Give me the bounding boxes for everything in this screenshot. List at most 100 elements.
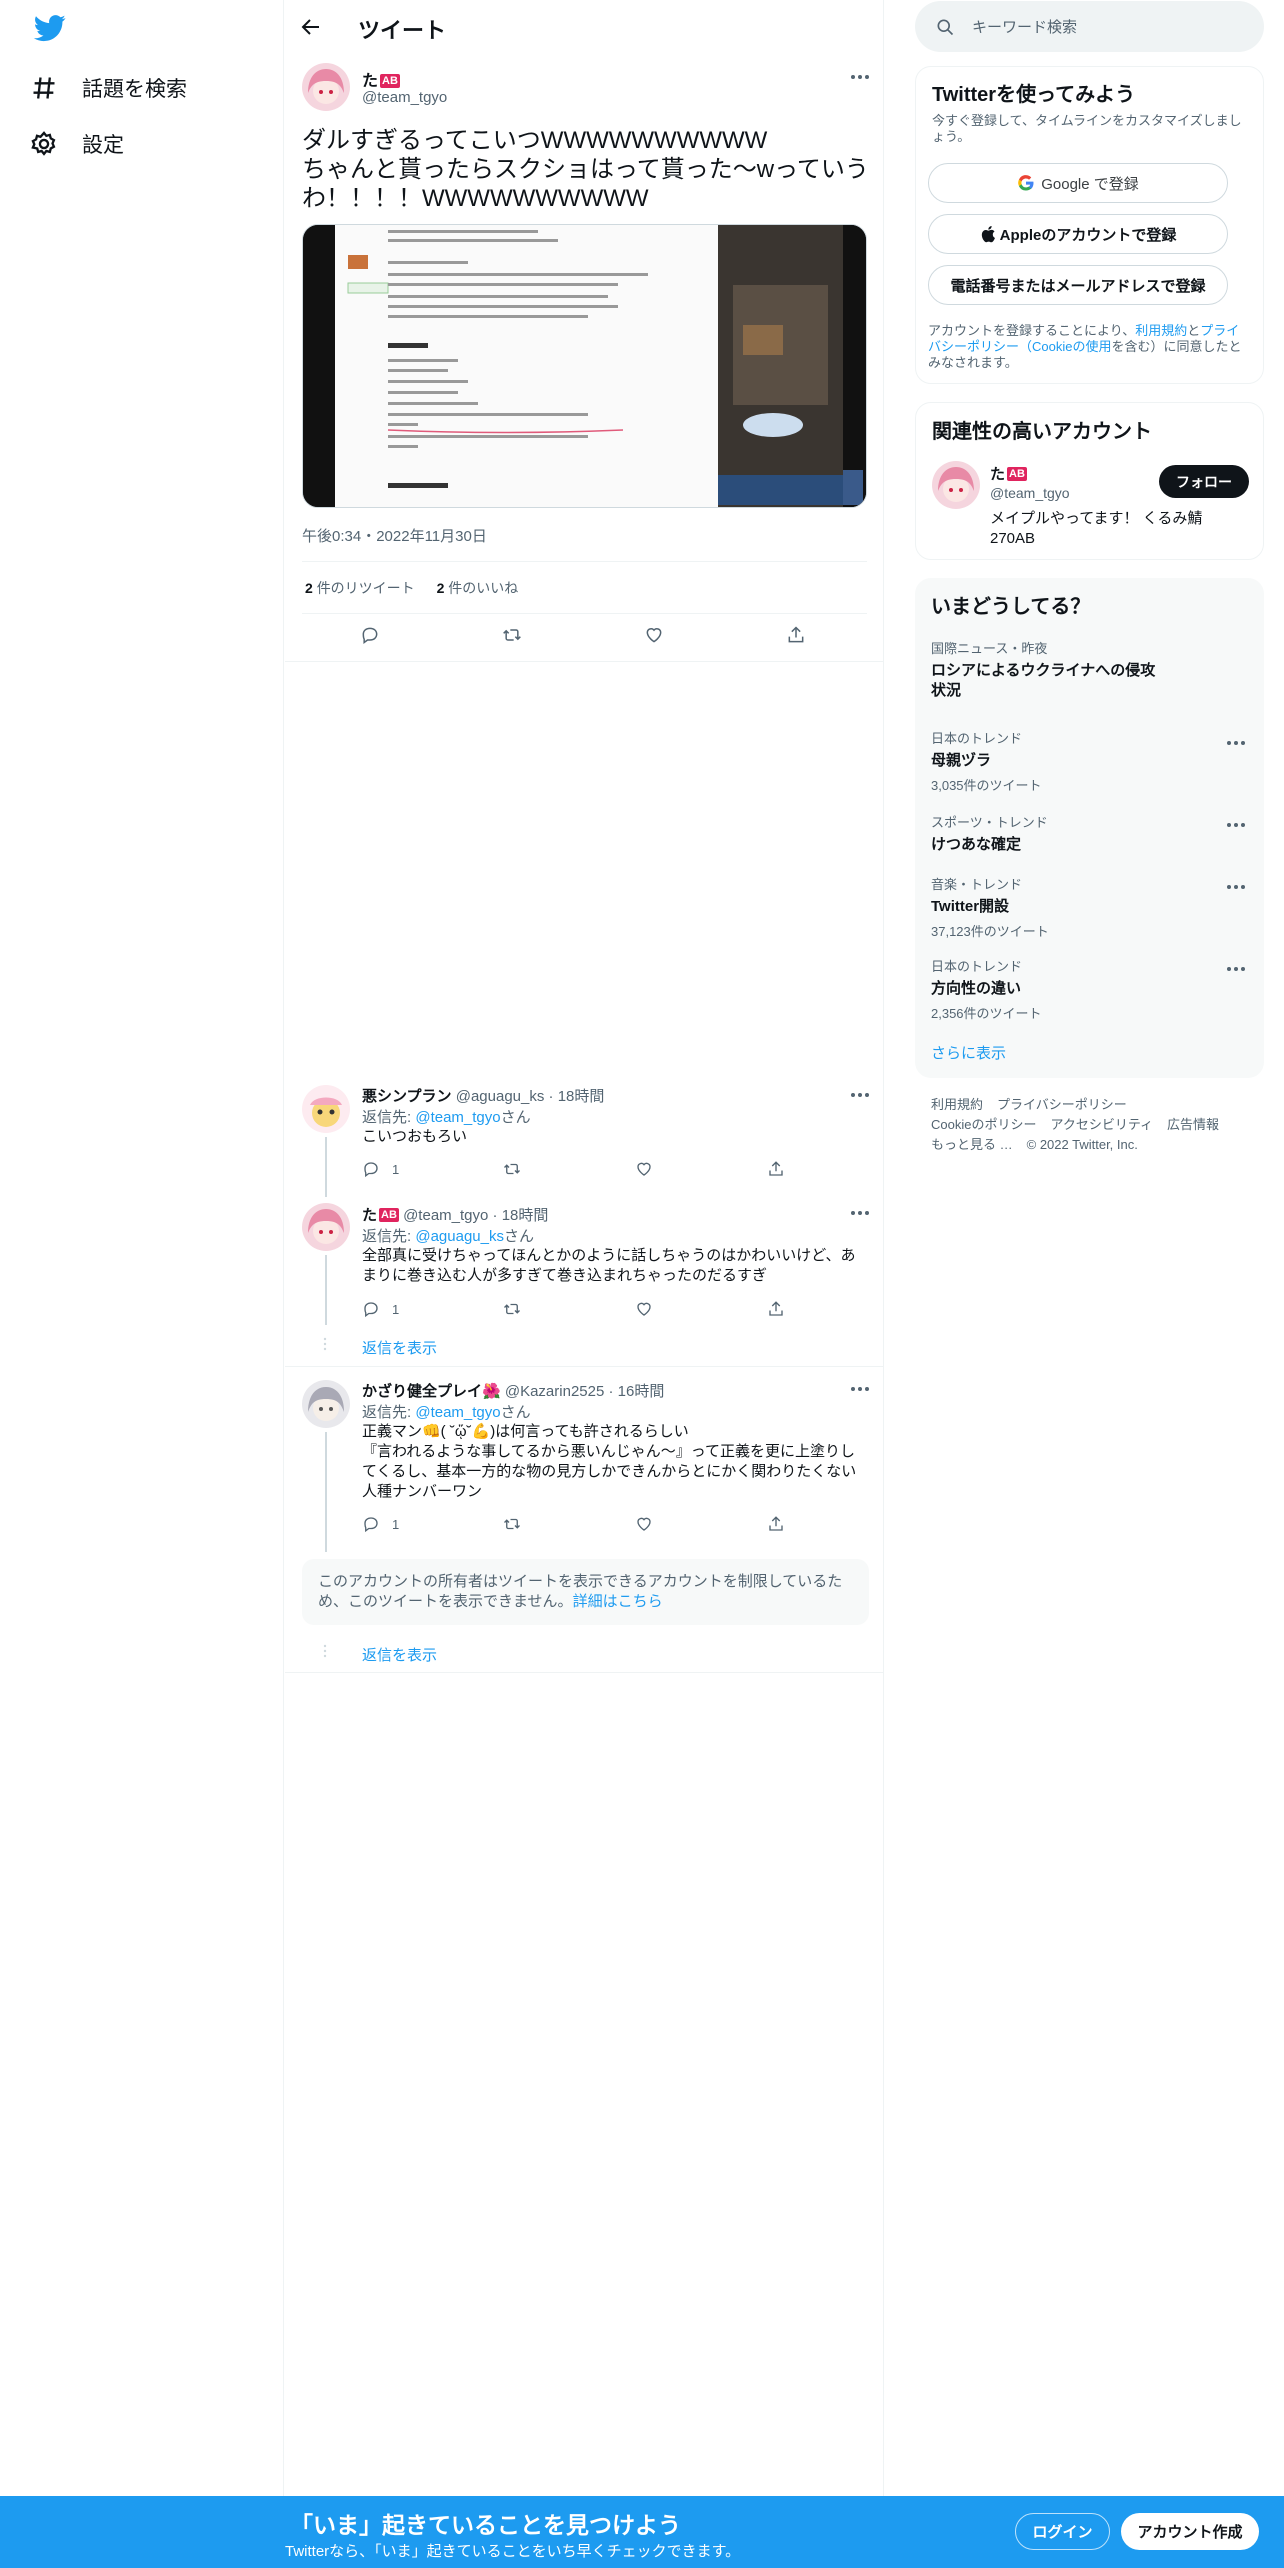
share-button[interactable] (767, 1515, 785, 1533)
author-name: た (362, 73, 379, 90)
author-avatar[interactable] (302, 63, 350, 111)
learn-more-link[interactable]: 詳細はこちら (573, 1593, 663, 1610)
privacy-link[interactable]: プライ (1200, 323, 1239, 338)
footer-cookie-link[interactable]: Cookieのポリシー (931, 1115, 1036, 1135)
reply-time[interactable]: · 18時間 (549, 1088, 605, 1105)
phone-email-signup-button[interactable]: 電話番号またはメールアドレスで登録 (928, 265, 1228, 305)
reply-author-name[interactable]: た (362, 1207, 377, 1224)
reply-count: 1 (392, 1516, 400, 1532)
terms-link[interactable]: 利用規約 (1135, 323, 1187, 338)
reply-author-handle[interactable]: @Kazarin2525 (505, 1383, 604, 1400)
footer-privacy-link[interactable]: プライバシーポリシー (997, 1095, 1127, 1115)
retweet-button[interactable] (503, 1515, 521, 1533)
share-button[interactable] (786, 625, 806, 645)
share-button[interactable] (767, 1160, 785, 1178)
reply-button[interactable]: 1 (362, 1300, 399, 1318)
reply-button[interactable]: 1 (362, 1160, 399, 1178)
reply-avatar[interactable] (302, 1085, 350, 1133)
legal-text: みなされます。 (928, 355, 1018, 370)
related-accounts-card: 関連性の高いアカウント た AB @team_tgyo フォロー メイプルやってま… (915, 402, 1264, 560)
reply-to-line: 返信先: @team_tgyoさん (362, 1401, 531, 1422)
tweet-media-image[interactable] (302, 224, 867, 508)
follow-button[interactable]: フォロー (1159, 465, 1249, 498)
login-button[interactable]: ログイン (1015, 2513, 1110, 2550)
footer-terms-link[interactable]: 利用規約 (931, 1095, 983, 1115)
share-button[interactable] (767, 1300, 785, 1318)
reply-button[interactable] (360, 625, 380, 645)
footer-accessibility-link[interactable]: アクセシビリティ (1050, 1115, 1153, 1135)
reply-avatar[interactable] (302, 1203, 350, 1251)
more-options-icon[interactable] (1226, 822, 1246, 828)
reply-avatar[interactable] (302, 1380, 350, 1428)
reply-author-name[interactable]: 悪シンプラン (362, 1088, 452, 1105)
reply-author-handle[interactable]: @team_tgyo (403, 1207, 488, 1224)
like-button[interactable] (635, 1160, 653, 1178)
reply-header: た AB @team_tgyo · 18時間 (362, 1204, 548, 1225)
divider (285, 661, 884, 662)
footer-ads-link[interactable]: 広告情報 (1167, 1115, 1219, 1135)
reply-button[interactable]: 1 (362, 1515, 399, 1533)
reply-to-link[interactable]: @aguagu_ks (415, 1228, 504, 1245)
nav-explore[interactable]: 話題を検索 (30, 68, 187, 108)
retweet-button[interactable] (503, 1160, 521, 1178)
trend-item[interactable]: 日本のトレンド 母親ヅラ 3,035件のツイート (931, 728, 1251, 794)
retweet-button[interactable] (502, 625, 522, 645)
legal-text: を含む）に同意したと (1111, 339, 1242, 354)
reply-tweet[interactable]: た AB @team_tgyo · 18時間 返信先: @aguagu_ksさん … (285, 1197, 884, 1367)
like-button[interactable] (635, 1515, 653, 1533)
like-button[interactable] (635, 1300, 653, 1318)
more-options-icon[interactable] (1226, 740, 1246, 746)
trend-item[interactable]: 国際ニュース・昨夜 ロシアによるウクライナへの侵攻 状況 (931, 638, 1251, 701)
author-handle[interactable]: @team_tgyo (362, 89, 447, 106)
legal-text: アカウントを登録することにより、 (928, 323, 1136, 338)
google-signup-button[interactable]: Google で登録 (928, 163, 1228, 203)
related-account-handle[interactable]: @team_tgyo (990, 485, 1070, 501)
author-name-row[interactable]: た AB (362, 67, 400, 91)
reply-author-handle[interactable]: @aguagu_ks (456, 1088, 545, 1105)
trend-count: 3,035件のツイート (931, 778, 1042, 793)
search-input[interactable]: キーワード検索 (915, 1, 1264, 52)
privacy-link[interactable]: バシーポリシー（Cookieの使用 (928, 339, 1111, 354)
heart-icon (637, 1162, 651, 1176)
more-options-icon[interactable] (850, 1386, 870, 1392)
show-replies-link[interactable]: 返信を表示 (362, 1644, 437, 1665)
reply-to-link[interactable]: @team_tgyo (415, 1404, 500, 1421)
heart-icon (637, 1517, 651, 1531)
reply-to-link[interactable]: @team_tgyo (415, 1109, 500, 1126)
more-options-icon[interactable] (1226, 966, 1246, 972)
more-options-icon[interactable] (850, 1210, 870, 1216)
trend-item[interactable]: スポーツ・トレンド けつあな確定 (931, 812, 1251, 855)
reply-text-line: 『言われるような事してるから悪いんじゃん〜』って正義を更に上塗りし (362, 1443, 856, 1460)
retweet-button[interactable] (503, 1300, 521, 1318)
signup-button[interactable]: アカウント作成 (1121, 2513, 1259, 2550)
reply-tweet[interactable]: かざり健全プレイ🌺 @Kazarin2525 · 16時間 返信先: @team… (285, 1367, 884, 1673)
reply-tweet[interactable]: 悪シンプラン @aguagu_ks · 18時間 返信先: @team_tgyo… (285, 1077, 884, 1197)
share-icon (769, 1301, 783, 1316)
reply-count: 1 (392, 1161, 400, 1177)
more-options-icon[interactable] (1226, 884, 1246, 890)
trends-title: いまどうしてる？ (931, 596, 1091, 618)
apple-signup-button[interactable]: Appleのアカウントで登録 (928, 214, 1228, 254)
more-options-icon[interactable] (850, 1092, 870, 1098)
retweet-stat[interactable]: 2 件のリツイート (305, 580, 415, 596)
more-options-icon[interactable] (850, 74, 870, 80)
reply-time[interactable]: · 18時間 (493, 1207, 549, 1224)
trend-item[interactable]: 音楽・トレンド Twitter開設 37,123件のツイート (931, 874, 1251, 940)
trend-category: スポーツ・トレンド (931, 815, 1048, 830)
related-account-avatar[interactable] (932, 461, 980, 509)
tweet-timestamp[interactable]: 午後0:34・2022年11月30日 (302, 525, 487, 546)
show-replies-link[interactable]: 返信を表示 (362, 1337, 437, 1358)
reply-to-suffix: さん (500, 1109, 531, 1126)
like-stat[interactable]: 2 件のいいね (437, 580, 519, 596)
reply-icon (364, 1162, 378, 1178)
like-button[interactable] (644, 625, 664, 645)
footer-more-link[interactable]: もっと見る … (931, 1135, 1013, 1155)
back-arrow-icon[interactable] (299, 15, 323, 39)
twitter-logo-icon[interactable] (30, 12, 70, 44)
trend-item[interactable]: 日本のトレンド 方向性の違い 2,356件のツイート (931, 956, 1251, 1022)
nav-settings[interactable]: 設定 (30, 124, 124, 164)
reply-time[interactable]: · 16時間 (609, 1383, 665, 1400)
show-more-link[interactable]: さらに表示 (931, 1042, 1006, 1063)
related-account-name-row[interactable]: た AB (990, 463, 1027, 484)
reply-author-name[interactable]: かざり健全プレイ🌺 (362, 1383, 501, 1400)
